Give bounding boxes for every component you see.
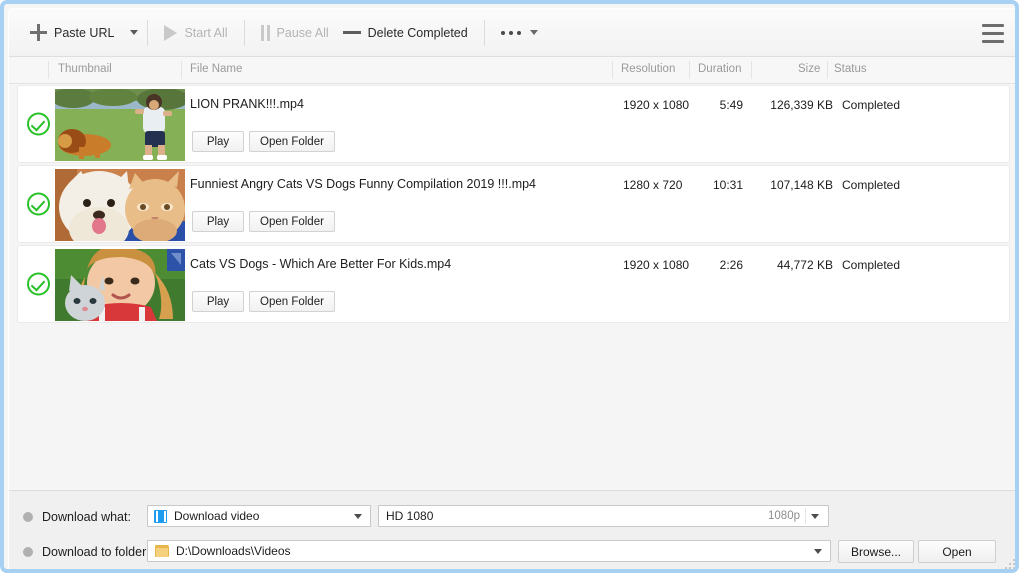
header-divider-4 [689, 61, 690, 79]
column-header-size[interactable]: Size [798, 63, 820, 75]
start-all-button[interactable]: Start All [157, 16, 234, 50]
column-header-status[interactable]: Status [834, 63, 867, 75]
toolbar: Paste URL Start All Pause All Delete Com… [9, 9, 1015, 57]
quality-divider [805, 508, 806, 524]
cell-size: 44,772 KB [776, 258, 833, 272]
cell-status: Completed [842, 258, 901, 272]
column-header-file-name[interactable]: File Name [190, 63, 242, 75]
minus-icon [342, 31, 361, 34]
plus-icon [30, 24, 47, 41]
status-complete-check-icon [27, 192, 50, 216]
chevron-down-icon [811, 514, 819, 519]
pause-all-button[interactable]: Pause All [254, 16, 336, 50]
table-row[interactable]: LION PRANK!!!.mp4 Play Open Folder 1920 … [17, 85, 1010, 163]
cell-duration: 2:26 [719, 258, 743, 272]
delete-completed-button[interactable]: Delete Completed [336, 16, 475, 50]
column-header-resolution[interactable]: Resolution [621, 63, 675, 75]
paste-url-button[interactable]: Paste URL [23, 16, 121, 50]
thumbnail-image[interactable] [55, 249, 185, 321]
play-button[interactable]: Play [192, 211, 244, 232]
ellipsis-icon [500, 30, 521, 35]
chevron-down-icon [814, 549, 822, 554]
cell-size: 126,339 KB [770, 98, 833, 112]
delete-completed-label: Delete Completed [367, 25, 468, 40]
table-row[interactable]: Funniest Angry Cats VS Dogs Funny Compil… [17, 165, 1010, 243]
more-options-button[interactable] [494, 16, 545, 50]
cell-size: 107,148 KB [770, 178, 833, 192]
file-name-label: Cats VS Dogs - Which Are Better For Kids… [190, 257, 452, 271]
folder-icon [155, 545, 169, 557]
cell-duration: 5:49 [719, 98, 743, 112]
download-folder-select[interactable]: D:\Downloads\Videos [147, 540, 831, 562]
hamburger-menu-button[interactable] [980, 21, 1006, 45]
paste-url-dropdown-caret-icon[interactable] [130, 30, 139, 35]
download-settings-panel: Download what: Download video HD 1080 10… [9, 490, 1015, 569]
download-list-header: Thumbnail File Name Resolution Duration … [9, 57, 1015, 84]
row-action-buttons: Play Open Folder [192, 291, 335, 312]
download-what-row: Download what: Download video HD 1080 10… [9, 505, 1015, 529]
cell-status: Completed [842, 178, 901, 192]
pause-all-label: Pause All [276, 25, 329, 40]
open-folder-button[interactable]: Open Folder [249, 291, 335, 312]
resize-grip-icon[interactable] [1003, 557, 1015, 569]
more-options-caret-icon [529, 30, 538, 35]
header-divider-6 [827, 61, 828, 79]
cell-duration: 10:31 [712, 178, 743, 192]
file-name-label: LION PRANK!!!.mp4 [190, 97, 304, 111]
window-inner-frame: Paste URL Start All Pause All Delete Com… [8, 8, 1015, 569]
file-name-label: Funniest Angry Cats VS Dogs Funny Compil… [190, 177, 537, 191]
header-divider-2 [181, 61, 182, 79]
row-action-buttons: Play Open Folder [192, 211, 335, 232]
thumbnail-image[interactable] [55, 169, 185, 241]
open-button[interactable]: Open [918, 540, 996, 563]
browse-button[interactable]: Browse... [838, 540, 914, 563]
header-divider-5 [751, 61, 752, 79]
paste-url-label: Paste URL [54, 25, 115, 40]
status-complete-check-icon [27, 272, 50, 296]
quality-value: HD 1080 [386, 509, 434, 523]
open-folder-button[interactable]: Open Folder [249, 131, 335, 152]
download-folder-row: Download to folder: D:\Downloads\Videos … [9, 540, 1015, 564]
thumbnail-image[interactable] [55, 89, 185, 161]
download-what-bullet-icon [23, 512, 33, 522]
cell-status: Completed [842, 98, 901, 112]
open-folder-button[interactable]: Open Folder [249, 211, 335, 232]
quality-badge: 1080p [768, 510, 800, 522]
play-button[interactable]: Play [192, 131, 244, 152]
quality-select[interactable]: HD 1080 1080p [378, 505, 829, 527]
header-divider-1 [48, 61, 49, 79]
download-what-label: Download what: [42, 510, 131, 524]
download-list[interactable]: LION PRANK!!!.mp4 Play Open Folder 1920 … [9, 84, 1015, 490]
start-all-label: Start All [184, 25, 228, 40]
application-window: Paste URL Start All Pause All Delete Com… [0, 0, 1019, 573]
download-folder-bullet-icon [23, 547, 33, 557]
download-folder-label: Download to folder: [42, 545, 150, 559]
toolbar-separator-2 [243, 19, 245, 46]
film-strip-icon [154, 509, 167, 523]
download-what-select[interactable]: Download video [147, 505, 371, 527]
column-header-thumbnail[interactable]: Thumbnail [58, 63, 112, 75]
row-action-buttons: Play Open Folder [192, 131, 335, 152]
play-icon [164, 24, 178, 41]
download-what-value: Download video [174, 509, 260, 523]
pause-icon [260, 24, 270, 41]
table-row[interactable]: Cats VS Dogs - Which Are Better For Kids… [17, 245, 1010, 323]
column-header-duration[interactable]: Duration [698, 63, 741, 75]
toolbar-separator-1 [147, 19, 149, 46]
toolbar-separator-3 [483, 19, 485, 46]
chevron-down-icon [354, 514, 362, 519]
play-button[interactable]: Play [192, 291, 244, 312]
status-complete-check-icon [27, 112, 50, 136]
download-folder-value: D:\Downloads\Videos [176, 544, 291, 558]
header-divider-3 [612, 61, 613, 79]
